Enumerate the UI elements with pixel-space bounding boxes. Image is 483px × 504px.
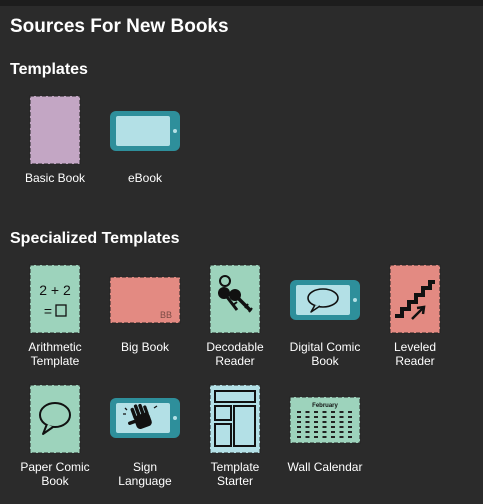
tile-label: Template Starter [210,460,260,488]
tile-label: Arithmetic Template [28,340,82,368]
calendar-day-cell [314,426,318,428]
calendar-day-cell [305,421,310,423]
tablet-speech-bubble-icon [290,280,360,320]
tile-label: Digital Comic Book [289,340,361,368]
tile-label: Wall Calendar [287,460,363,474]
calendar-day-cell [305,436,310,438]
calendar-day-cell [348,411,352,413]
sign-hand-icon [110,398,180,438]
calendar-day-cell [348,436,352,438]
calendar-day-cell [297,416,301,418]
calendar-day-cell [339,431,344,433]
tile-label: Basic Book [24,171,86,185]
calendar-day-cell [305,426,310,428]
keys-icon [209,264,261,334]
calendar-day-cell [314,411,318,413]
calendar-month: February [312,403,338,409]
calendar-day-cell [339,436,344,438]
template-arithmetic[interactable]: 2 + 2 = Arithmetic Template [15,264,95,368]
tile-label: eBook [127,171,163,185]
template-basic-book[interactable]: Basic Book [15,95,95,185]
template-leveled-reader[interactable]: Leveled Reader [375,264,455,368]
calendar-day-cell [339,421,344,423]
calendar-day-cell [331,411,335,413]
calendar-day-cell [322,416,327,418]
calendar-day-cell [322,411,327,413]
calendar-day-cell [322,436,327,438]
calendar-day-cell [339,411,344,413]
calendar-day-cell [314,421,318,423]
template-layout-icon [209,384,261,454]
calendar-icon: February [289,396,361,444]
tile-label: Paper Comic Book [20,460,90,488]
section-title-specialized-templates: Specialized Templates [10,230,180,247]
calendar-day-cell [297,436,301,438]
calendar-day-cell [339,416,344,418]
calendar-day-cell [305,411,310,413]
calendar-day-cell [348,416,352,418]
calendar-day-cell [348,426,352,428]
calendar-day-cell [322,426,327,428]
arithmetic-glyph-top: 2 + 2 [39,282,71,298]
template-digital-comic-book[interactable]: Digital Comic Book [285,264,365,368]
template-ebook[interactable]: eBook [105,95,185,185]
calendar-day-cell [297,431,301,433]
calendar-day-cell [297,411,301,413]
calendar-day-cell [297,421,301,423]
tile-label: Sign Language [118,460,172,488]
calendar-day-cell [339,426,344,428]
calendar-day-cell [348,431,352,433]
tile-label: Decodable Reader [206,340,264,368]
big-book-glyph: BB [160,310,172,320]
tile-label: Leveled Reader [393,340,437,368]
stairs-icon [389,264,441,334]
calendar-day-cell [331,436,335,438]
section-title-templates: Templates [10,61,88,78]
calendar-day-cell [331,426,335,428]
big-book-icon: BB [109,276,181,324]
calendar-day-cell [322,431,327,433]
basic-book-icon [29,95,81,165]
speech-bubble-icon [29,384,81,454]
calendar-day-cell [331,416,335,418]
template-decodable-reader[interactable]: Decodable Reader [195,264,275,368]
calendar-day-cell [314,416,318,418]
tile-label: Big Book [120,340,170,354]
calendar-day-cell [297,426,301,428]
calendar-day-cell [314,431,318,433]
calendar-day-cell [305,416,310,418]
arithmetic-glyph-equals: = [44,303,52,319]
calendar-day-cell [314,436,318,438]
template-wall-calendar[interactable]: February Wall Calendar [285,384,365,474]
tablet-icon [110,111,180,151]
arithmetic-icon: 2 + 2 = [29,264,81,334]
template-paper-comic-book[interactable]: Paper Comic Book [15,384,95,488]
calendar-day-cell [322,421,327,423]
top-bar [0,0,483,6]
calendar-day-cell [348,421,352,423]
template-sign-language[interactable]: Sign Language [105,384,185,488]
page-title: Sources For New Books [10,16,229,37]
template-template-starter[interactable]: Template Starter [195,384,275,488]
template-big-book[interactable]: BB Big Book [105,264,185,354]
calendar-day-cell [331,421,335,423]
calendar-day-cell [331,431,335,433]
calendar-day-cell [305,431,310,433]
